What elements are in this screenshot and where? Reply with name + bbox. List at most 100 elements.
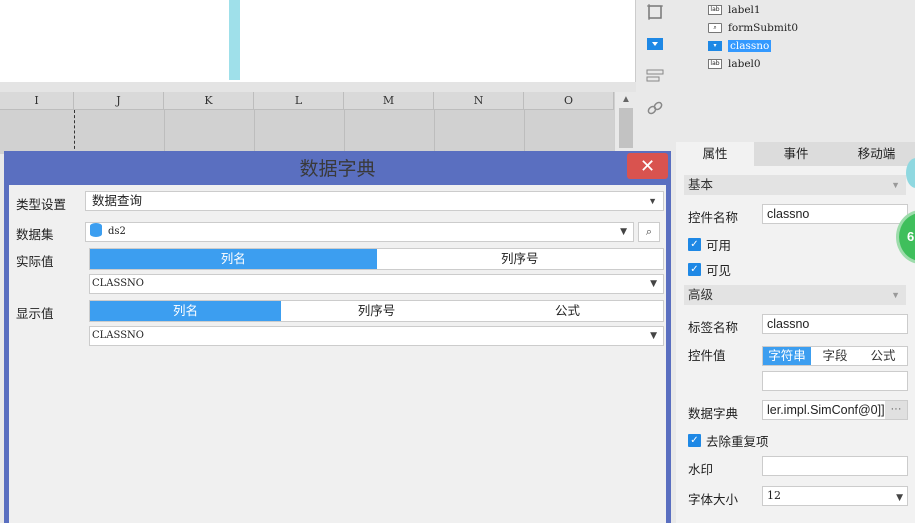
dataset-label: 数据集: [16, 228, 54, 242]
chevron-down-icon: ▼: [650, 331, 657, 341]
actual-column-index-option[interactable]: 列序号: [377, 249, 664, 269]
grid-line: [524, 110, 525, 154]
chevron-down-icon: ▼: [620, 227, 627, 237]
display-column-name-option[interactable]: 列名: [90, 301, 281, 321]
section-advanced[interactable]: 高级 ▼: [684, 285, 906, 305]
tag-name-label: 标签名称: [688, 321, 739, 335]
design-canvas[interactable]: [0, 0, 636, 82]
display-column-index-option[interactable]: 列序号: [281, 301, 472, 321]
tree-item-label1[interactable]: lab label1: [708, 2, 761, 18]
actual-value-segment: 列名 列序号: [89, 248, 664, 270]
column-header-k[interactable]: K: [164, 92, 254, 110]
chevron-down-icon: ▼: [650, 279, 657, 289]
type-setting-select[interactable]: 数据查询 ▼: [85, 191, 664, 211]
link-icon[interactable]: [642, 96, 668, 120]
tag-name-input[interactable]: classno: [762, 314, 908, 334]
chevron-down-icon: ▼: [891, 180, 900, 190]
actual-value-label: 实际值: [16, 255, 54, 269]
combobox-widget-icon: ▾: [708, 41, 722, 51]
value-type-string[interactable]: 字符串: [763, 347, 811, 365]
column-header-n[interactable]: N: [434, 92, 524, 110]
preview-data-icon[interactable]: ⌕: [638, 222, 660, 242]
tab-events[interactable]: 事件: [756, 142, 836, 166]
actual-column-name-option[interactable]: 列名: [90, 249, 377, 269]
frame-icon[interactable]: [642, 0, 668, 24]
tree-item-text: label0: [728, 58, 761, 70]
visible-checkbox[interactable]: ✓ 可见: [688, 260, 731, 279]
chevron-down-icon: ▼: [648, 196, 657, 206]
tab-properties[interactable]: 属性: [676, 142, 754, 166]
label-widget-icon: lab: [708, 59, 722, 69]
column-header-i[interactable]: I: [0, 92, 74, 110]
list-widget-icon[interactable]: [642, 64, 668, 88]
tree-item-text: formSubmit0: [728, 22, 799, 34]
font-size-label: 字体大小: [688, 493, 739, 507]
more-options-button[interactable]: ···: [885, 401, 907, 419]
submit-widget-icon: ⌕: [708, 23, 722, 33]
font-size-select[interactable]: 12 ▼: [762, 486, 908, 506]
label-widget-icon: lab: [708, 5, 722, 15]
grid-line: [254, 110, 255, 154]
type-setting-label: 类型设置: [16, 198, 67, 212]
section-basic[interactable]: 基本 ▼: [684, 175, 906, 195]
widget-value-label: 控件值: [688, 349, 726, 363]
scroll-thumb[interactable]: [619, 108, 633, 148]
dialog-title: 数据字典: [299, 159, 376, 180]
tree-item-formsubmit0[interactable]: ⌕ formSubmit0: [708, 20, 798, 36]
display-value-label: 显示值: [16, 307, 54, 321]
dedupe-checkbox[interactable]: ✓ 去除重复项: [688, 431, 769, 450]
enabled-checkbox[interactable]: ✓ 可用: [688, 235, 731, 254]
grid-column-header: I J K L M N O: [0, 92, 614, 110]
tree-item-text: label1: [728, 4, 761, 16]
font-size-value: 12: [767, 489, 781, 502]
widget-toolbar: [636, 0, 674, 150]
widget-name-input[interactable]: classno: [762, 204, 908, 224]
enabled-label: 可用: [706, 239, 732, 253]
tree-item-label0[interactable]: lab label0: [708, 56, 761, 72]
display-column-value: CLASSNO: [92, 330, 144, 341]
scroll-up-icon[interactable]: ▲: [619, 94, 633, 106]
grid-body[interactable]: [0, 110, 614, 154]
dataset-select[interactable]: ds2 ▼: [85, 222, 634, 242]
canvas-divider: [0, 82, 636, 92]
widget-value-type-segment: 字符串 字段 公式: [762, 346, 908, 366]
dialog-body: 类型设置 数据查询 ▼ 数据集 ds2 ▼ ⌕ 实际值 列名 列序号 CLASS…: [9, 185, 666, 523]
tree-item-classno[interactable]: ▾ classno: [708, 38, 772, 54]
widget-name-label: 控件名称: [688, 211, 739, 225]
grid-line: [344, 110, 345, 154]
data-dictionary-input[interactable]: ler.impl.SimConf@0]] ···: [762, 400, 908, 420]
data-dictionary-dialog: 数据字典 ✕ 类型设置 数据查询 ▼ 数据集 ds2 ▼ ⌕ 实际值 列名 列序…: [4, 151, 671, 523]
display-column-select[interactable]: CLASSNO ▼: [89, 326, 664, 346]
widget-value-input[interactable]: [762, 371, 908, 391]
tree-item-text: classno: [728, 40, 772, 52]
section-basic-title: 基本: [688, 178, 714, 192]
grid-line: [434, 110, 435, 154]
type-setting-value: 数据查询: [92, 194, 143, 208]
tab-mobile[interactable]: 移动端: [838, 142, 915, 166]
display-formula-option[interactable]: 公式: [472, 301, 663, 321]
visible-label: 可见: [706, 264, 732, 278]
value-type-formula[interactable]: 公式: [859, 347, 907, 365]
grid-line: [164, 110, 165, 154]
data-dictionary-value: ler.impl.SimConf@0]]: [767, 403, 885, 417]
section-advanced-title: 高级: [688, 288, 714, 302]
column-header-l[interactable]: L: [254, 92, 344, 110]
column-header-o[interactable]: O: [524, 92, 614, 110]
dedupe-label: 去除重复项: [706, 435, 769, 449]
chevron-down-icon: ▼: [896, 493, 903, 503]
column-header-m[interactable]: M: [344, 92, 434, 110]
close-button[interactable]: ✕: [627, 153, 668, 179]
data-dictionary-label: 数据字典: [688, 407, 739, 421]
vertical-scrollbar[interactable]: ▲: [614, 92, 636, 154]
actual-column-select[interactable]: CLASSNO ▼: [89, 274, 664, 294]
checkbox-checked-icon: ✓: [688, 434, 701, 447]
combobox-icon[interactable]: [642, 32, 668, 56]
checkbox-checked-icon: ✓: [688, 263, 701, 276]
value-type-field[interactable]: 字段: [811, 347, 859, 365]
watermark-label: 水印: [688, 463, 714, 477]
page-break-line: [74, 110, 75, 154]
watermark-input[interactable]: [762, 456, 908, 476]
property-panel: 属性 事件 移动端 基本 ▼ 控件名称 classno ✓ 可用 ✓ 可见 高级…: [676, 142, 915, 523]
component-tree: lab label1 ⌕ formSubmit0 ▾ classno lab l…: [674, 0, 915, 140]
column-header-j[interactable]: J: [74, 92, 164, 110]
